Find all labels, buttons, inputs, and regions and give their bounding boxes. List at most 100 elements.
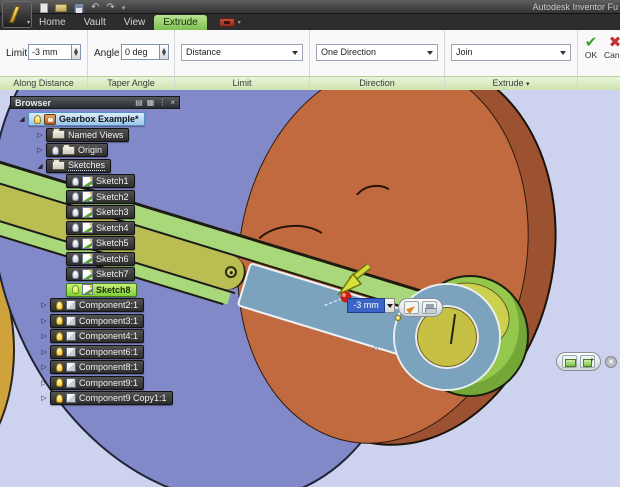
browser-panel-header[interactable]: Browser ▤ ▦ ⋮ × <box>10 96 180 109</box>
tab-vault[interactable]: Vault <box>75 15 115 30</box>
ribbon-tab-bar: Home Vault View Extrude ▾ <box>0 14 620 30</box>
chevron-down-icon[interactable]: ▾ <box>122 4 126 12</box>
tree-item[interactable]: Component6:1 <box>50 344 145 359</box>
tree-item[interactable]: Component4:1 <box>50 329 145 343</box>
tree-item[interactable]: Component9:1 <box>50 375 145 390</box>
ok-button[interactable]: ✔ OK <box>580 34 602 60</box>
green-table-icon[interactable] <box>562 355 577 368</box>
cube-icon <box>66 377 76 388</box>
tree-item-label: Component8:1 <box>79 362 139 372</box>
tree-item[interactable]: Sketch1 <box>66 174 135 188</box>
tree-item[interactable]: Sketch5 <box>66 236 135 250</box>
tree-item[interactable]: Sketch4 <box>66 220 135 235</box>
expand-icon[interactable]: ▷ <box>40 317 48 325</box>
bulb-gray-icon <box>72 269 79 279</box>
tree-item[interactable]: Sketch3 <box>66 205 135 219</box>
chevron-down-icon[interactable] <box>385 298 395 313</box>
overflow-menu-button[interactable]: ▾ <box>218 18 241 30</box>
sketch-point[interactable] <box>374 346 378 350</box>
angle-spinner[interactable] <box>160 44 169 60</box>
limit-type-dropdown[interactable]: Distance <box>181 44 303 61</box>
tab-extrude[interactable]: Extrude <box>154 15 207 30</box>
application-menu-button[interactable]: ▾ <box>2 1 32 28</box>
bulb-yellow-icon <box>56 300 63 310</box>
tab-home[interactable]: Home <box>30 15 75 30</box>
tree-item-label: Component9 Copy1:1 <box>79 393 167 403</box>
tree-item-label: Sketch3 <box>96 207 129 217</box>
expand-icon[interactable]: ▷ <box>40 379 48 387</box>
bulb-green-icon <box>72 285 79 294</box>
bulb-gray-icon <box>72 254 79 263</box>
tab-view[interactable]: View <box>115 15 155 30</box>
tree-item[interactable]: Sketch6 <box>66 251 135 266</box>
tree-item[interactable]: Component8:1 <box>50 360 145 374</box>
tree-item[interactable]: Sketches <box>46 158 112 173</box>
kebab-menu-icon[interactable]: ⋮ <box>158 97 166 108</box>
pencil-icon[interactable] <box>404 301 419 314</box>
close-icon[interactable]: × <box>170 97 175 108</box>
expand-icon[interactable]: ▷ <box>40 332 48 340</box>
sketch-icon <box>82 253 93 264</box>
panel-dock-icon[interactable]: ▤ <box>135 97 143 108</box>
tree-item[interactable]: Origin <box>46 143 109 157</box>
tree-item[interactable]: Sketch2 <box>66 189 135 204</box>
cube-icon <box>66 300 76 310</box>
tree-item[interactable]: Component9 Copy1:1 <box>50 391 173 405</box>
printer-icon[interactable] <box>422 301 437 314</box>
redo-icon[interactable]: ↷ <box>106 2 114 13</box>
window-title: Autodesk Inventor Fu <box>532 2 618 12</box>
chevron-down-icon: ▾ <box>237 19 241 26</box>
limit-spinner[interactable] <box>72 44 81 60</box>
tree-item[interactable]: Sketch7 <box>66 267 135 281</box>
bulb-gray-icon <box>72 207 79 217</box>
tree-item[interactable]: Named Views <box>46 127 130 142</box>
expand-icon[interactable]: ▷ <box>36 131 44 139</box>
expand-icon[interactable]: ▷ <box>40 301 48 309</box>
cube-icon <box>66 393 76 403</box>
tree-item[interactable]: Component3:1 <box>50 313 145 328</box>
sketch-icon <box>82 237 93 249</box>
cancel-button[interactable]: ✖ Cancel <box>604 34 620 60</box>
tree-row: Sketch2 <box>66 189 288 204</box>
expand-icon[interactable]: ▷ <box>36 146 44 154</box>
chevron-down-icon <box>427 51 433 55</box>
tree-item[interactable]: Gearbox Example* <box>28 112 145 126</box>
tree-row: ▷ Origin <box>36 143 288 157</box>
expand-icon[interactable]: ▷ <box>40 394 48 402</box>
tree-row: ◢ Gearbox Example* <box>18 112 288 126</box>
group-along-distance: Limit -3 mm Along Distance <box>0 30 88 90</box>
tree-item[interactable]: Component2:1 <box>50 298 145 312</box>
undo-icon[interactable]: ↶ <box>91 2 99 13</box>
tree-row: Sketch5 <box>66 236 288 250</box>
tree-item-label: Component3:1 <box>79 315 139 326</box>
bulb-yellow-icon <box>56 331 63 341</box>
group-boolean-options: Join Extrude ▾ <box>445 30 578 90</box>
boolean-dropdown[interactable]: Join <box>451 44 571 61</box>
green-table-plus-icon[interactable] <box>580 355 595 368</box>
save-icon[interactable] <box>74 2 84 13</box>
new-document-icon[interactable] <box>40 2 48 13</box>
tree-item-label: Sketches <box>68 160 106 171</box>
sketch-icon <box>82 222 93 233</box>
collapse-icon[interactable]: ◢ <box>18 115 26 123</box>
tree-item-label: Component9:1 <box>79 377 139 388</box>
tree-item[interactable]: Sketch8 <box>66 282 137 297</box>
group-taper-angle: Angle 0 deg Taper Angle <box>88 30 175 90</box>
tree-item-label: Named Views <box>68 129 124 140</box>
bulb-gray-icon <box>72 223 79 232</box>
angle-input[interactable]: 0 deg <box>121 44 160 60</box>
extrude-distance-input[interactable]: -3 mm <box>347 298 385 313</box>
collapse-icon[interactable]: ◢ <box>36 162 44 170</box>
tree-item-label: Component4:1 <box>79 331 139 341</box>
expand-icon[interactable]: ▷ <box>40 348 48 356</box>
close-icon[interactable]: ✕ <box>605 355 617 368</box>
group-limit: Distance Limit <box>175 30 310 90</box>
expand-icon[interactable]: ▷ <box>40 363 48 371</box>
open-folder-icon[interactable] <box>55 3 67 12</box>
limit-input[interactable]: -3 mm <box>28 44 72 60</box>
panel-layout-icon[interactable]: ▦ <box>147 97 155 108</box>
browser-tree: ◢ Gearbox Example* ▷ Named Views ▷ Origin ◢ Ske… <box>8 112 288 407</box>
cube-icon <box>66 346 76 357</box>
direction-dropdown[interactable]: One Direction <box>316 44 438 61</box>
bulb-yellow-icon <box>56 393 63 403</box>
